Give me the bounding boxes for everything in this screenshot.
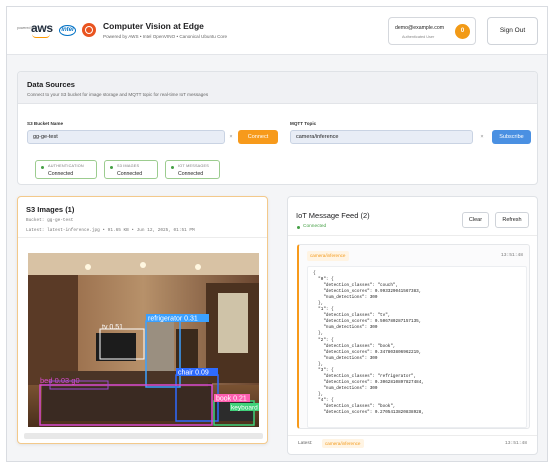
data-sources-header: Data Sources Connect to your S3 bucket f… — [18, 72, 537, 104]
ubuntu-logo-icon — [82, 23, 96, 37]
divider — [288, 435, 537, 436]
intel-logo: intel — [59, 25, 76, 36]
app-window: powered by aws intel Computer Vision at … — [6, 6, 548, 462]
footer-latest-label: Latest: — [298, 441, 313, 446]
avatar[interactable]: 0 — [455, 24, 470, 39]
topic-clear-icon[interactable]: × — [477, 130, 487, 144]
status-label: AUTHENTICATION — [48, 164, 84, 168]
detection-label-tv: tv 0.51 — [102, 324, 123, 331]
status-badge-s3-images: S3 IMAGES Connected — [104, 160, 158, 179]
user-email: demo@example.com — [395, 25, 445, 31]
s3-latest-image-info: Latest: latest-inference.jpg • 91.65 KB … — [26, 228, 195, 233]
status-value: Connected — [48, 171, 74, 177]
connect-button[interactable]: Connect — [238, 130, 278, 144]
divider — [18, 237, 267, 238]
subscribe-button[interactable]: Subscribe — [492, 130, 531, 144]
s3-bucket-name: Bucket: gg-ge-test — [26, 218, 74, 223]
status-value: Connected — [117, 171, 143, 177]
inference-image[interactable]: refrigerator 0.31 tv 0.51 chair 0.09 bed… — [28, 253, 259, 427]
app-header: powered by aws intel Computer Vision at … — [7, 7, 547, 55]
s3-images-panel: S3 Images (1) Bucket: gg-ge-test Latest:… — [17, 196, 268, 444]
status-badge-iot-messages: IOT MESSAGES Connected — [165, 160, 220, 179]
message-card[interactable]: camera/inference 13:51:48 { "0": { "dete… — [297, 244, 530, 429]
detection-label-book: book 0.21 — [216, 396, 247, 403]
data-sources-title: Data Sources — [27, 80, 75, 89]
connection-dot-icon — [297, 226, 300, 229]
status-dot-icon — [171, 166, 174, 169]
footer-timestamp: 13:51:48 — [504, 441, 527, 446]
topic-label: MQTT Topic — [290, 121, 317, 126]
message-timestamp: 13:51:48 — [500, 253, 523, 258]
message-payload[interactable]: { "0": { "detection_classes": "couch", "… — [307, 266, 527, 428]
divider — [288, 235, 537, 236]
detection-label-chair: chair 0.09 — [178, 370, 209, 377]
topic-input[interactable]: camera/inference — [290, 130, 473, 144]
message-topic-badge: camera/inference — [307, 251, 349, 261]
footer-topic-badge: camera/inference — [322, 439, 364, 448]
app-title: Computer Vision at Edge — [103, 21, 204, 31]
app-subtitle: Powered by AWS • Intel OpenVINO • Canoni… — [103, 34, 228, 39]
status-dot-icon — [110, 166, 113, 169]
user-role: Authenticated User — [402, 35, 435, 39]
data-sources-panel: Data Sources Connect to your S3 bucket f… — [17, 71, 538, 185]
status-label: S3 IMAGES — [117, 164, 140, 168]
status-label: IOT MESSAGES — [178, 164, 210, 168]
inference-image-canvas: refrigerator 0.31 tv 0.51 chair 0.09 bed… — [28, 253, 259, 427]
detection-label-refrigerator: refrigerator 0.31 — [148, 316, 198, 323]
iot-connection-status: Connected — [303, 224, 327, 229]
aws-logo: aws — [31, 21, 53, 35]
status-badge-authentication: AUTHENTICATION Connected — [35, 160, 97, 179]
message-payload-json: { "0": { "detection_classes": "couch", "… — [313, 271, 424, 416]
sign-out-button[interactable]: Sign Out — [487, 17, 538, 45]
bucket-clear-icon[interactable]: × — [226, 130, 236, 144]
status-dot-icon — [41, 166, 44, 169]
s3-images-title: S3 Images (1) — [26, 205, 75, 214]
iot-feed-panel: IoT Message Feed (2) Connected Clear Ref… — [287, 196, 538, 455]
user-info: demo@example.com Authenticated User 0 — [388, 17, 476, 45]
status-value: Connected — [178, 171, 204, 177]
refresh-button[interactable]: Refresh — [495, 212, 529, 228]
bucket-input[interactable]: gg-ge-test — [27, 130, 225, 144]
aws-smile-icon — [32, 34, 50, 38]
iot-feed-title: IoT Message Feed (2) — [296, 211, 370, 220]
clear-button[interactable]: Clear — [462, 212, 489, 228]
detection-label-keyboard: keyboard — [231, 405, 258, 412]
data-sources-subtitle: Connect to your S3 bucket for image stor… — [27, 92, 209, 97]
image-scroll-track[interactable] — [24, 433, 263, 439]
bucket-label: S3 Bucket Name — [27, 121, 64, 126]
